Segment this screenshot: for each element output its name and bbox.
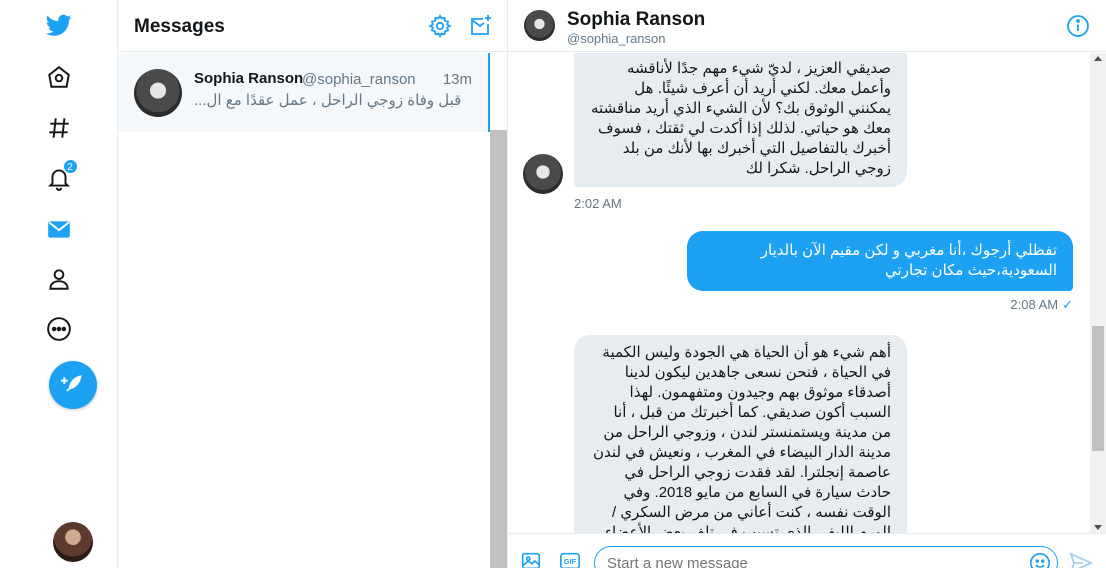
message-bubble-incoming: أهم شيء هو أن الحياة هي الجودة وليس الكم…: [574, 335, 907, 533]
app-window: 2 Messages Sophia Ranson @sophia_ranson …: [0, 0, 1106, 568]
image-icon[interactable]: [519, 550, 543, 568]
list-scrollbar[interactable]: [490, 130, 507, 568]
more-ellipsis-icon[interactable]: [39, 309, 79, 349]
message-bubble-outgoing: تفظلي أرجوك ،أنا مغربي و لكن مقيم الآن ب…: [687, 231, 1073, 291]
scrollbar-thumb[interactable]: [1092, 326, 1104, 451]
conversation-handle: @sophia_ranson: [302, 71, 416, 88]
list-header: Messages: [118, 0, 508, 52]
conversation-item[interactable]: Sophia Ranson @sophia_ranson 13m قبل وفا…: [118, 53, 490, 132]
scroll-down-arrow-icon[interactable]: [1094, 525, 1102, 530]
feather-plus-icon: [61, 375, 82, 392]
page-title: Messages: [134, 16, 225, 37]
avatar: [523, 154, 563, 194]
account-avatar[interactable]: [53, 522, 93, 562]
notification-badge: 2: [62, 159, 78, 174]
sent-check-icon: ✓: [1062, 297, 1073, 312]
notifications-bell-icon[interactable]: 2: [39, 158, 79, 198]
svg-text:GIF: GIF: [564, 557, 577, 566]
conversation-name: Sophia Ranson: [194, 70, 304, 87]
chat-panel: Sophia Ranson @sophia_ranson صديقي العزي…: [508, 0, 1106, 568]
chat-handle: @sophia_ranson: [567, 31, 666, 46]
new-message-icon[interactable]: [468, 14, 492, 38]
conversation-time: 13m: [442, 71, 472, 88]
chat-name[interactable]: Sophia Ranson: [567, 9, 705, 31]
home-icon[interactable]: [39, 57, 79, 97]
scroll-up-arrow-icon[interactable]: [1094, 56, 1102, 61]
gif-icon[interactable]: GIF: [558, 550, 582, 568]
messages-mail-icon[interactable]: [39, 209, 79, 249]
conversation-snippet: قبل وفاة زوجي الراحل ، عمل عقدًا مع ال..…: [194, 92, 462, 109]
send-icon[interactable]: [1069, 551, 1094, 568]
avatar[interactable]: [524, 10, 555, 41]
chat-scrollbar[interactable]: [1090, 53, 1106, 533]
profile-person-icon[interactable]: [39, 259, 79, 299]
message-timestamp-row: 2:08 AM ✓: [1010, 297, 1073, 313]
message-composer: GIF: [508, 533, 1106, 568]
gear-icon[interactable]: [428, 14, 452, 38]
chat-header: Sophia Ranson @sophia_ranson: [508, 0, 1106, 52]
avatar: [134, 69, 182, 117]
message-input[interactable]: [594, 546, 1058, 568]
conversation-list-panel: Messages Sophia Ranson @sophia_ranson 13…: [118, 0, 508, 568]
twitter-logo-icon[interactable]: [39, 5, 79, 45]
message-timestamp: 2:08 AM: [1010, 297, 1059, 312]
info-icon[interactable]: [1066, 14, 1090, 38]
message-thread: صديقي العزيز ، لديّ شيء مهم جدًا لأناقشه…: [508, 53, 1090, 533]
left-navigation: 2: [0, 0, 118, 568]
explore-hashtag-icon[interactable]: [39, 108, 79, 148]
message-timestamp: 2:02 AM: [574, 196, 622, 211]
emoji-icon[interactable]: [1029, 552, 1051, 568]
message-bubble-incoming: صديقي العزيز ، لديّ شيء مهم جدًا لأناقشه…: [574, 53, 907, 187]
compose-tweet-button[interactable]: [49, 361, 97, 409]
